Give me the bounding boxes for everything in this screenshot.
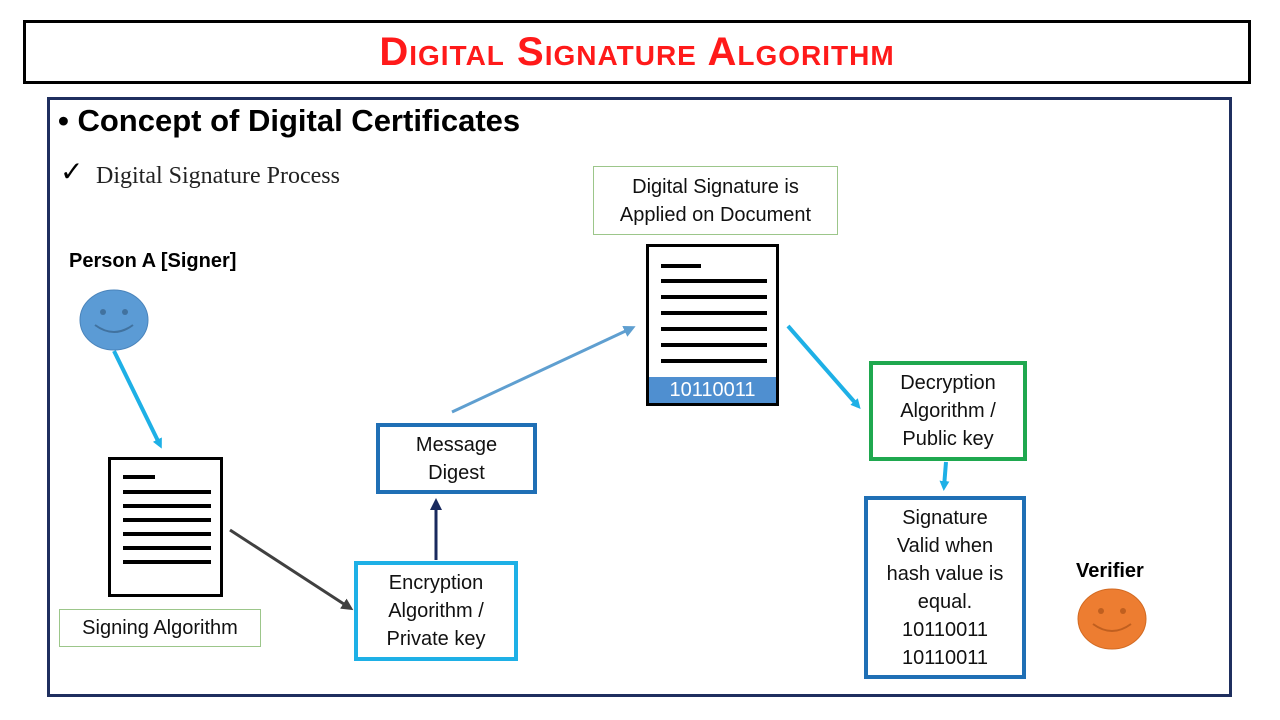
arrow-document-to-encryption — [229, 528, 354, 611]
arrow-decryption-to-verification — [939, 461, 950, 491]
arrow-signed-document-to-decryption — [786, 324, 861, 410]
arrow-digest-to-signed-document — [451, 325, 636, 414]
flow-arrows — [112, 324, 950, 611]
arrow-signer-to-document — [112, 350, 162, 449]
